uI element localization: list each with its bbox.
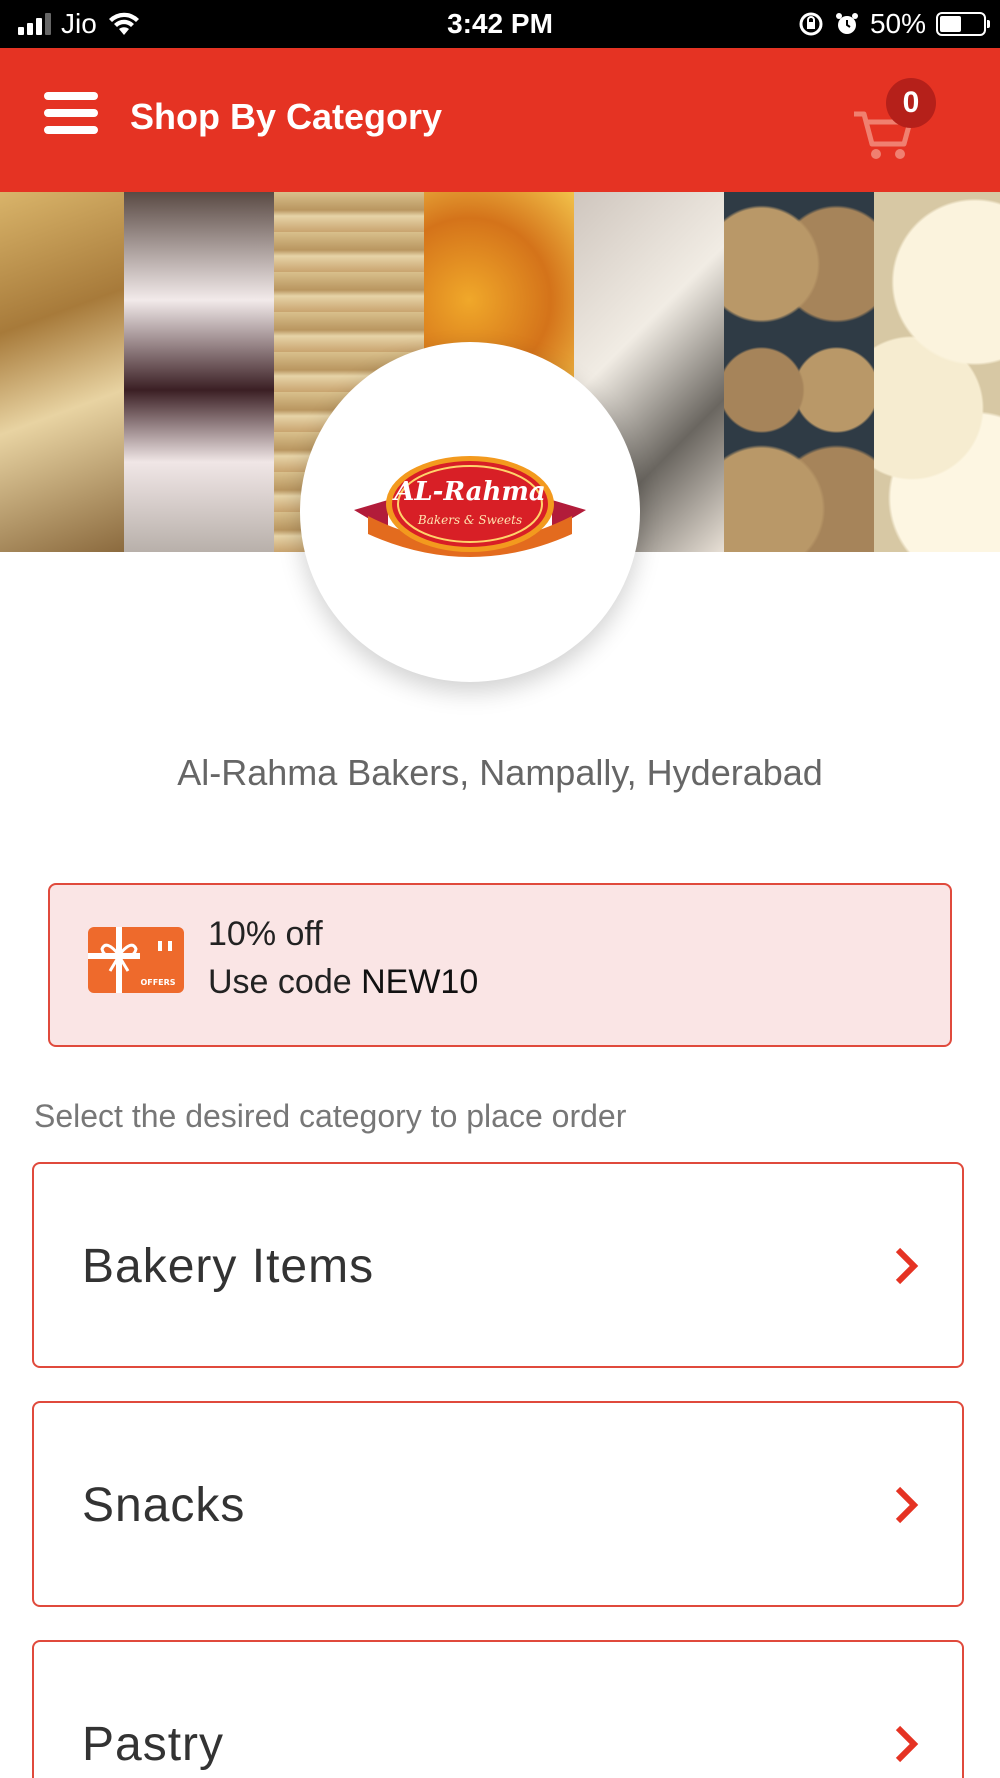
- cart-count-badge: 0: [886, 78, 936, 128]
- offer-code-line: Use code NEW10: [208, 963, 478, 1002]
- banner-image-baklava: [0, 192, 124, 552]
- chevron-right-icon: [895, 1725, 919, 1763]
- cart-button[interactable]: 0: [850, 78, 940, 168]
- logo-brand-text: AL-Rahma: [391, 477, 546, 507]
- banner-image-laddoo: [724, 192, 874, 552]
- category-card-bakery-items[interactable]: Bakery Items: [32, 1162, 964, 1368]
- chevron-right-icon: [895, 1247, 919, 1285]
- instruction-text: Select the desired category to place ord…: [34, 1098, 627, 1134]
- alarm-icon: [835, 13, 858, 34]
- category-label: Pastry: [82, 1718, 225, 1771]
- chevron-right-icon: [895, 1486, 919, 1524]
- banner-image-sweets: [874, 192, 1000, 552]
- category-card-snacks[interactable]: Snacks: [32, 1401, 964, 1607]
- status-right: 50%: [798, 0, 990, 48]
- gift-card-icon: OFFERS: [88, 927, 184, 993]
- app-header: Shop By Category 0: [0, 48, 1000, 192]
- battery-label: 50%: [869, 8, 926, 39]
- offer-code-prefix: Use code: [208, 963, 362, 1001]
- store-name: Al-Rahma Bakers, Nampally, Hyderabad: [177, 752, 823, 793]
- logo-tagline-text: Bakers & Sweets: [417, 513, 522, 527]
- menu-button[interactable]: [44, 92, 98, 142]
- offer-code: NEW10: [361, 963, 479, 1001]
- al-rahma-logo: AL-Rahma Bakers & Sweets: [354, 456, 586, 557]
- status-bar: Jio 3:42 PM 50%: [0, 0, 1000, 48]
- category-label: Bakery Items: [82, 1240, 375, 1293]
- banner-image-cake: [124, 192, 274, 552]
- offer-discount: 10% off: [208, 915, 323, 953]
- orientation-lock-icon: [799, 12, 823, 36]
- category-card-pastry[interactable]: Pastry: [32, 1640, 964, 1778]
- page-title: Shop By Category: [130, 96, 443, 137]
- store-logo: AL-Rahma Bakers & Sweets: [300, 342, 640, 682]
- battery-icon: [936, 12, 990, 36]
- category-label: Snacks: [82, 1479, 246, 1532]
- gift-card-icon-text: OFFERS: [140, 978, 175, 987]
- offer-banner[interactable]: OFFERS 10% off Use code NEW10: [48, 883, 952, 1047]
